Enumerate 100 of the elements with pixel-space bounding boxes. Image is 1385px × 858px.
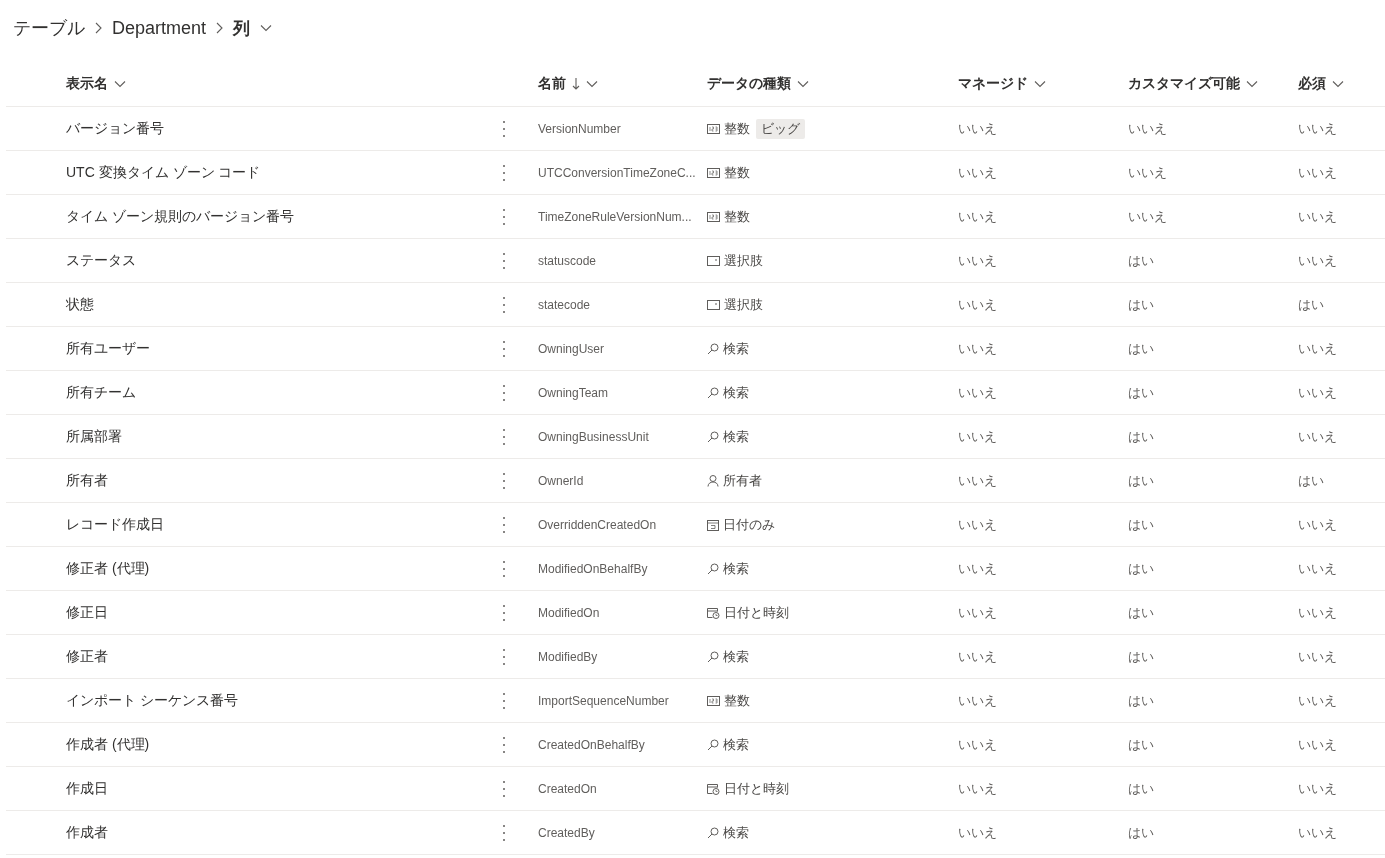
customizable-value: はい xyxy=(1128,603,1155,622)
column-name: CreatedOnBehalfBy xyxy=(538,737,646,752)
column-header[interactable]: 表示名 xyxy=(66,75,126,93)
chevron-down-icon xyxy=(114,80,126,88)
data-type: 検索 xyxy=(723,559,749,578)
column-name: statuscode xyxy=(538,253,598,268)
display-name: 所属部署 xyxy=(66,427,123,446)
chevron-down-icon xyxy=(586,80,598,88)
chevron-down-icon xyxy=(260,24,273,32)
dropdown-field-icon xyxy=(707,299,720,310)
data-type: 所有者 xyxy=(723,471,762,490)
calendar-icon xyxy=(707,518,719,531)
display-name: 所有チーム xyxy=(66,383,137,402)
display-name: 状態 xyxy=(66,295,95,314)
column-name: CreatedBy xyxy=(538,825,596,840)
customizable-value: はい xyxy=(1128,515,1155,534)
required-value: いいえ xyxy=(1298,427,1338,446)
customizable-value: いいえ xyxy=(1128,119,1168,138)
breadcrumb-item[interactable]: テーブル xyxy=(13,16,85,40)
display-name: バージョン番号 xyxy=(66,119,165,138)
breadcrumb-item[interactable]: 列 xyxy=(233,16,251,40)
chevron-down-icon xyxy=(797,80,809,88)
column-name: TimeZoneRuleVersionNum... xyxy=(538,209,693,224)
data-type: 検索 xyxy=(723,427,749,446)
data-type: 選択肢 xyxy=(724,251,763,270)
required-value: いいえ xyxy=(1298,823,1338,842)
data-type: 検索 xyxy=(723,735,749,754)
data-type: 検索 xyxy=(723,339,749,358)
managed-value: いいえ xyxy=(958,603,998,622)
required-value: いいえ xyxy=(1298,603,1338,622)
customizable-value: はい xyxy=(1128,823,1155,842)
search-icon xyxy=(707,738,719,751)
customizable-value: はい xyxy=(1128,735,1155,754)
number-icon xyxy=(707,695,720,706)
customizable-value: はい xyxy=(1128,295,1155,314)
customizable-value: いいえ xyxy=(1128,163,1168,182)
data-type: 日付と時刻 xyxy=(724,779,789,798)
display-name: 所有ユーザー xyxy=(66,339,151,358)
managed-value: いいえ xyxy=(958,559,998,578)
customizable-value: はい xyxy=(1128,691,1155,710)
customizable-value: はい xyxy=(1128,427,1155,446)
data-type: 整数 xyxy=(724,691,750,710)
column-header[interactable]: データの種類 xyxy=(707,75,809,93)
display-name: 修正者 xyxy=(66,647,109,666)
sort-down-arrow-icon xyxy=(572,78,580,90)
required-value: いいえ xyxy=(1298,251,1338,270)
display-name: 修正日 xyxy=(66,603,109,622)
required-value: いいえ xyxy=(1298,119,1338,138)
managed-value: いいえ xyxy=(958,339,998,358)
search-icon xyxy=(707,650,719,663)
search-icon xyxy=(707,342,719,355)
data-type: 検索 xyxy=(723,647,749,666)
column-name: ImportSequenceNumber xyxy=(538,693,670,708)
column-header[interactable]: 名前 xyxy=(538,75,598,93)
dropdown-field-icon xyxy=(707,255,720,266)
calendar-clock-icon xyxy=(707,782,720,795)
column-header[interactable]: マネージド xyxy=(958,75,1046,93)
managed-value: いいえ xyxy=(958,295,998,314)
column-name: CreatedOn xyxy=(538,781,598,796)
data-type-tag: ビッグ xyxy=(756,118,805,139)
required-value: いいえ xyxy=(1298,647,1338,666)
display-name: 修正者 (代理) xyxy=(66,559,151,578)
data-type: 日付と時刻 xyxy=(724,603,789,622)
column-header[interactable]: 必須 xyxy=(1298,75,1344,93)
display-name: レコード作成日 xyxy=(66,515,165,534)
display-name: 作成日 xyxy=(66,779,109,798)
display-name: タイム ゾーン規則のバージョン番号 xyxy=(66,207,295,226)
data-type: 整数 xyxy=(724,119,750,138)
column-name: statecode xyxy=(538,297,592,312)
column-name: ModifiedBy xyxy=(538,649,599,664)
required-value: いいえ xyxy=(1298,207,1338,226)
data-type: 選択肢 xyxy=(724,295,763,314)
display-name: UTC 変換タイム ゾーン コード xyxy=(66,163,262,182)
managed-value: いいえ xyxy=(958,515,998,534)
required-value: いいえ xyxy=(1298,691,1338,710)
number-icon xyxy=(707,123,720,134)
column-name: OwningTeam xyxy=(538,385,610,400)
required-value: いいえ xyxy=(1298,779,1338,798)
display-name: ステータス xyxy=(66,251,137,270)
customizable-value: はい xyxy=(1128,471,1155,490)
display-name: インポート シーケンス番号 xyxy=(66,691,239,710)
number-icon xyxy=(707,167,720,178)
managed-value: いいえ xyxy=(958,779,998,798)
required-value: いいえ xyxy=(1298,735,1338,754)
search-icon xyxy=(707,826,719,839)
breadcrumb-item[interactable]: Department xyxy=(112,17,207,39)
column-name: ModifiedOn xyxy=(538,605,601,620)
column-header[interactable]: カスタマイズ可能 xyxy=(1128,75,1258,93)
managed-value: いいえ xyxy=(958,251,998,270)
customizable-value: はい xyxy=(1128,339,1155,358)
data-type: 検索 xyxy=(723,823,749,842)
column-name: OwningBusinessUnit xyxy=(538,429,650,444)
managed-value: いいえ xyxy=(958,735,998,754)
display-name: 作成者 (代理) xyxy=(66,735,151,754)
managed-value: いいえ xyxy=(958,163,998,182)
data-type: 日付のみ xyxy=(723,515,775,534)
data-type: 整数 xyxy=(724,207,750,226)
column-name: OwningUser xyxy=(538,341,606,356)
chevron-down-icon xyxy=(1034,80,1046,88)
display-name: 所有者 xyxy=(66,471,109,490)
